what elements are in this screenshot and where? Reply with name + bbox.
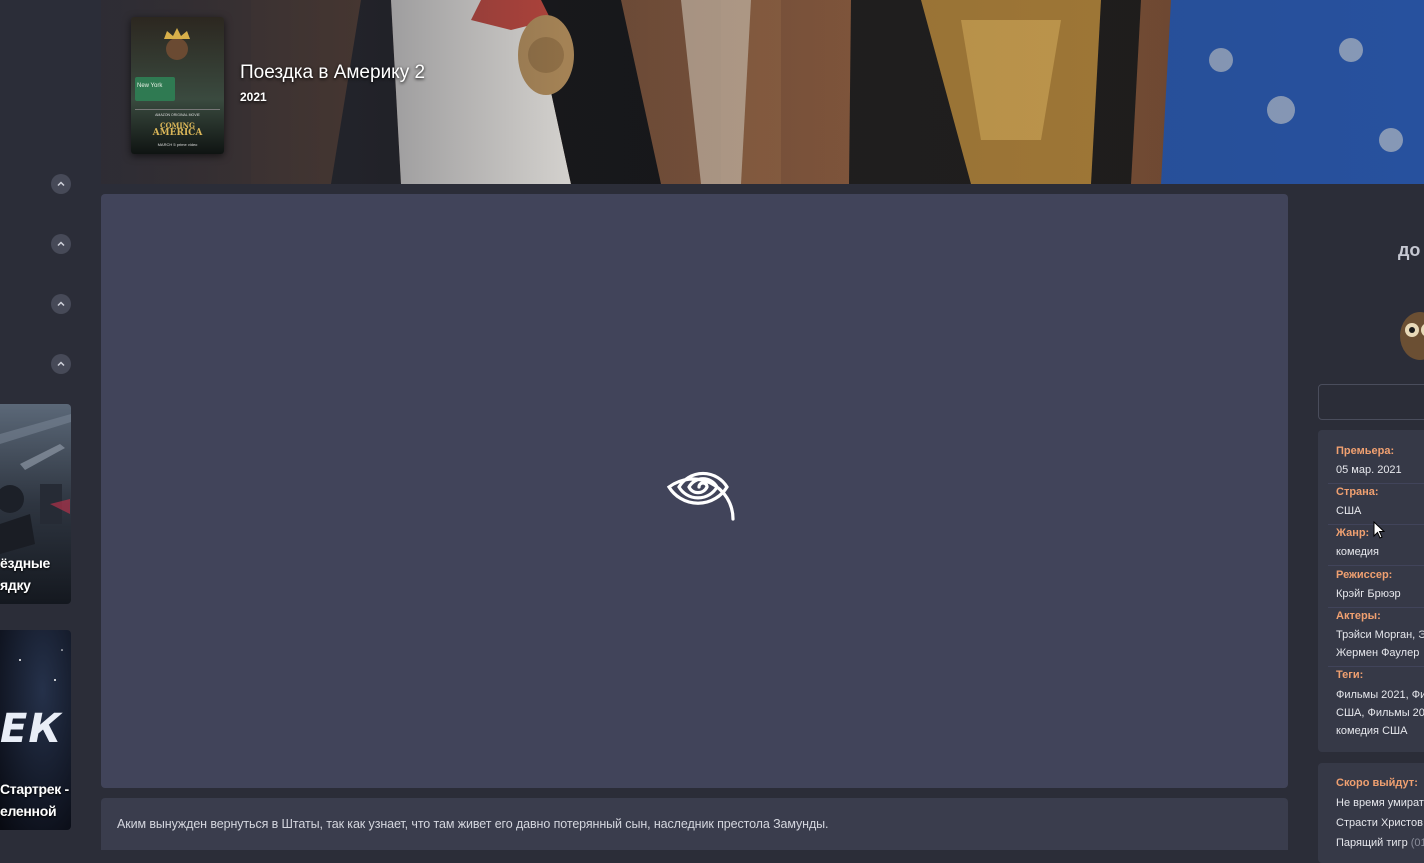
movie-description: Аким вынужден вернуться в Штаты, так как… xyxy=(101,798,1288,850)
genre-value[interactable]: комедия xyxy=(1336,543,1379,561)
coming-soon-name: Страсти Христов xyxy=(1336,817,1423,829)
tags-label: Теги: xyxy=(1336,669,1364,681)
coming-soon-title: Скоро выйдут: xyxy=(1336,777,1418,789)
premiere-label: Премьера: xyxy=(1336,445,1395,457)
description-text: Аким вынужден вернуться в Штаты, так как… xyxy=(117,817,829,831)
chevron-up-icon xyxy=(57,181,65,187)
sidebar-heading: до xyxy=(1398,240,1421,260)
scroll-up-button[interactable] xyxy=(51,174,71,194)
movie-card-caption: Стартрек - еленной xyxy=(0,778,71,822)
spiral-loader-icon xyxy=(666,471,735,521)
movie-card-caption: ёздные ядку xyxy=(0,552,71,596)
movie-info-panel: Премьера: 05 мар. 2021 Страна: США Жанр:… xyxy=(1318,430,1424,752)
scroll-up-button[interactable] xyxy=(51,354,71,374)
actors-value[interactable]: Жермен Фаулер xyxy=(1336,644,1419,662)
movie-poster: New York AMAZON ORIGINAL MOVIE COMING AM… xyxy=(131,17,224,154)
divider xyxy=(1328,607,1424,608)
poster-service: prime video xyxy=(176,142,198,147)
director-label: Режиссер: xyxy=(1336,569,1393,581)
video-player[interactable] xyxy=(101,194,1288,788)
poster-release: MARCH 5 prime video xyxy=(131,142,224,147)
tags-value[interactable]: Фильмы 2021, Фи xyxy=(1336,686,1424,704)
movie-card[interactable]: ЕК Стартрек - еленной xyxy=(0,630,71,830)
caption-line: Стартрек - xyxy=(0,781,69,797)
caption-line: еленной xyxy=(0,803,57,819)
chevron-up-icon xyxy=(57,241,65,247)
coming-soon-panel: Скоро выйдут: Не время умират Страсти Хр… xyxy=(1318,763,1424,863)
coming-soon-name: Парящий тигр xyxy=(1336,837,1408,849)
search-input[interactable] xyxy=(1318,384,1424,420)
movie-card-logo: ЕК xyxy=(0,706,63,752)
actors-label: Актеры: xyxy=(1336,610,1381,622)
coming-soon-item[interactable]: Парящий тигр (01 xyxy=(1336,837,1424,849)
actors-value[interactable]: Трэйси Морган, Э xyxy=(1336,626,1424,644)
hero-background-image xyxy=(101,0,1424,184)
caption-line: ёздные xyxy=(0,555,51,571)
premiere-value: 05 мар. 2021 xyxy=(1336,464,1402,476)
left-rail: ёздные ядку ЕК Стартрек - еленной xyxy=(0,0,100,850)
coming-soon-item[interactable]: Не время умират xyxy=(1336,797,1424,809)
chevron-up-icon xyxy=(57,361,65,367)
hero-banner xyxy=(101,0,1424,184)
director-value[interactable]: Крэйг Брюэр xyxy=(1336,585,1401,603)
poster-release-date: MARCH 5 xyxy=(157,142,176,147)
mouse-cursor-icon xyxy=(1373,521,1385,539)
tags-value[interactable]: США, Фильмы 202 xyxy=(1336,704,1424,722)
divider xyxy=(1328,565,1424,566)
divider xyxy=(1328,666,1424,667)
coming-soon-item[interactable]: Страсти Христов xyxy=(1336,817,1423,829)
country-value[interactable]: США xyxy=(1336,502,1361,520)
country-label: Страна: xyxy=(1336,486,1379,498)
scroll-up-button[interactable] xyxy=(51,294,71,314)
movie-title: Поездка в Америку 2 xyxy=(240,62,426,83)
poster-city-sign: New York xyxy=(137,83,163,89)
chevron-up-icon xyxy=(57,301,65,307)
coming-soon-name: Не время умират xyxy=(1336,797,1424,809)
caption-line: ядку xyxy=(0,577,31,593)
tags-value[interactable]: комедия США xyxy=(1336,722,1407,740)
poster-studio: AMAZON ORIGINAL MOVIE xyxy=(155,113,200,117)
movie-card[interactable]: ёздные ядку xyxy=(0,404,71,604)
genre-label: Жанр: xyxy=(1336,527,1370,539)
coming-soon-date: (01 xyxy=(1410,837,1424,849)
scroll-up-button[interactable] xyxy=(51,234,71,254)
owl-mascot-icon xyxy=(1398,306,1424,362)
movie-year: 2021 xyxy=(240,90,267,104)
poster-logo-line2: AMERICA xyxy=(152,128,203,138)
divider xyxy=(1328,483,1424,484)
